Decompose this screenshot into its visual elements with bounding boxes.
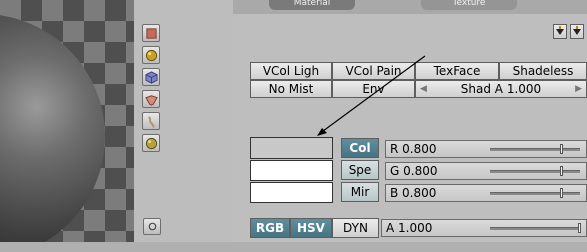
sphere-preview-icon	[145, 49, 157, 61]
green-slider[interactable]: G 0.800	[385, 162, 587, 180]
arrow-down-icon	[573, 26, 581, 35]
hair-preview-button[interactable]	[142, 112, 160, 130]
preview-type-panel	[134, 0, 233, 242]
monkey-preview-icon	[144, 94, 158, 106]
col-channel-button[interactable]: Col	[341, 138, 379, 158]
slider-track	[490, 170, 580, 173]
paste-button[interactable]	[570, 24, 584, 39]
col-color-swatch[interactable]	[250, 137, 333, 159]
slider-knob[interactable]	[560, 166, 563, 176]
alpha-slider-label: A 1.000	[386, 221, 433, 235]
blue-slider[interactable]: B 0.800	[385, 184, 587, 202]
monkey-preview-button[interactable]	[142, 90, 160, 108]
slider-track	[490, 192, 580, 195]
sphere-preview-button[interactable]	[142, 46, 160, 64]
shad-alpha-label: Shad A 1.000	[460, 82, 542, 96]
red-slider[interactable]: R 0.800	[385, 140, 587, 158]
shadeless-toggle[interactable]: Shadeless	[499, 62, 587, 80]
rgb-mode-button[interactable]: RGB	[250, 218, 290, 238]
slider-knob[interactable]	[578, 223, 581, 233]
hsv-mode-button[interactable]: HSV	[290, 218, 332, 238]
red-slider-label: R 0.800	[390, 142, 437, 156]
dyn-mode-button[interactable]: DYN	[332, 218, 379, 238]
preview-options-button[interactable]	[143, 218, 161, 235]
arrow-down-icon	[556, 26, 564, 35]
slider-track	[490, 227, 580, 230]
alpha-slider[interactable]: A 1.000	[381, 219, 587, 237]
spe-color-swatch[interactable]	[250, 160, 333, 181]
slider-knob[interactable]	[560, 144, 563, 154]
copy-button[interactable]	[553, 24, 567, 39]
annotation-arrow	[317, 55, 426, 136]
tab-material[interactable]: Material	[269, 0, 355, 10]
material-preview	[0, 0, 134, 242]
world-sphere-preview-button[interactable]	[142, 134, 160, 152]
increment-arrow-icon: ▶	[575, 84, 582, 94]
spe-channel-button[interactable]: Spe	[341, 160, 379, 180]
slider-knob[interactable]	[560, 188, 563, 198]
cube-preview-icon	[144, 70, 158, 84]
circle-icon	[148, 222, 156, 231]
bottom-bar	[0, 242, 587, 252]
cube-preview-button[interactable]	[142, 68, 160, 86]
world-sphere-preview-icon	[145, 137, 157, 149]
plane-preview-button[interactable]	[142, 24, 160, 42]
shad-alpha-number-field[interactable]: ◀ Shad A 1.000 ▶	[415, 80, 587, 98]
material-panel: VCol Ligh VCol Pain TexFace Shadeless No…	[233, 14, 587, 242]
slider-track	[490, 148, 580, 151]
blue-slider-label: B 0.800	[390, 186, 437, 200]
tab-texture[interactable]: Texture	[421, 0, 517, 10]
mir-channel-button[interactable]: Mir	[341, 182, 379, 202]
mir-color-swatch[interactable]	[250, 182, 333, 203]
plane-preview-icon	[145, 27, 157, 39]
tab-strip: Material Texture	[233, 0, 587, 14]
hair-preview-icon	[147, 115, 155, 128]
green-slider-label: G 0.800	[390, 164, 438, 178]
